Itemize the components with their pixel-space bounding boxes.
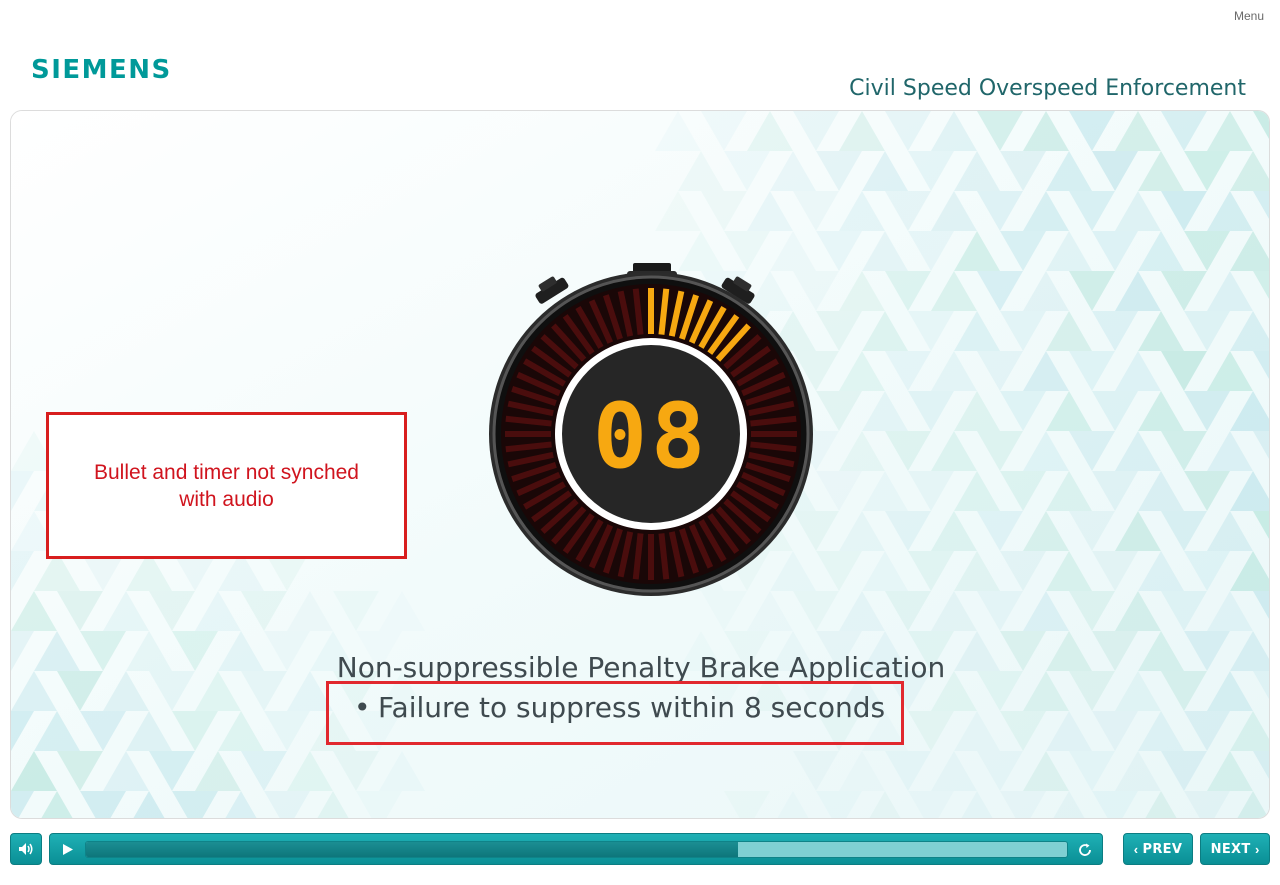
siemens-logo: SIEMENS	[31, 55, 172, 85]
prev-label: PREV	[1142, 841, 1183, 857]
menu-link[interactable]: Menu	[1234, 9, 1264, 23]
next-button[interactable]: NEXT ›	[1200, 833, 1270, 865]
next-label: NEXT	[1210, 841, 1251, 857]
replay-button[interactable]	[1074, 839, 1096, 861]
speaker-icon	[19, 843, 33, 855]
chevron-left-icon: ‹	[1133, 841, 1139, 857]
slide-window: Menu SIEMENS Civil Speed Overspeed Enfor…	[0, 0, 1280, 885]
slide-stage: 08 Bullet and timer not synched with aud…	[10, 110, 1270, 819]
play-button[interactable]	[56, 838, 80, 860]
stopwatch-timer: 08	[489, 263, 813, 596]
replay-icon	[1079, 843, 1091, 856]
timer-digits: 08	[593, 384, 709, 489]
seek-progress	[86, 842, 739, 857]
play-icon	[63, 843, 73, 855]
chevron-right-icon: ›	[1254, 841, 1260, 857]
review-annotation-text: Bullet and timer not synched with audio	[94, 460, 359, 511]
review-highlight-frame	[326, 681, 904, 745]
course-title: Civil Speed Overspeed Enforcement	[849, 76, 1246, 101]
playback-bar	[49, 833, 1103, 865]
review-annotation-box: Bullet and timer not synched with audio	[46, 412, 407, 559]
slide-heading: Non-suppressible Penalty Brake Applicati…	[336, 651, 946, 684]
audio-toggle-button[interactable]	[10, 833, 42, 865]
prev-button[interactable]: ‹ PREV	[1123, 833, 1193, 865]
seek-track[interactable]	[85, 841, 1068, 858]
